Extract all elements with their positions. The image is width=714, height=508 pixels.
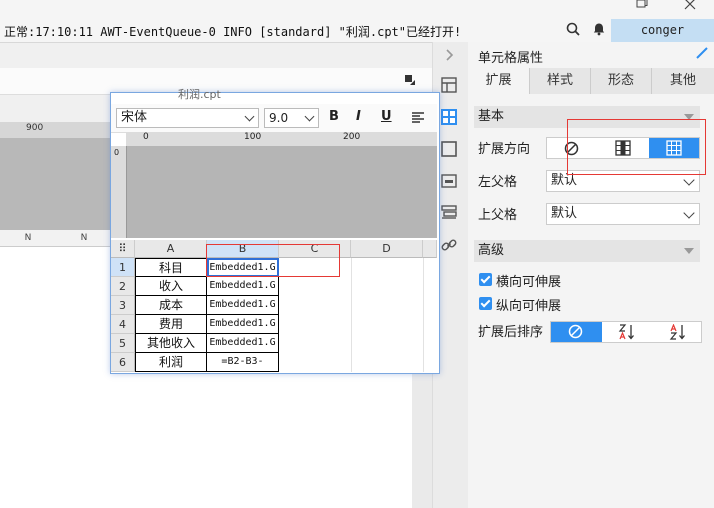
cell-a6[interactable]: 利润 xyxy=(135,353,207,372)
tab-expand[interactable]: 扩展 xyxy=(468,68,530,94)
top-parent-label: 上父格 xyxy=(478,208,518,223)
advanced-section-title: 高级 xyxy=(478,243,505,258)
annotation-box-cells xyxy=(206,244,340,277)
designer-canvas-area xyxy=(0,138,112,230)
ruler-label: 900 xyxy=(26,123,44,133)
window-close-icon[interactable] xyxy=(684,0,696,10)
sort-ascending-icon xyxy=(618,324,634,340)
user-name[interactable]: conger xyxy=(611,19,714,42)
cell-b4[interactable]: Embedded1.G xyxy=(207,315,279,334)
collapse-arrow-icon[interactable] xyxy=(440,46,458,64)
horizontal-expand-label: 横向可伸展 xyxy=(496,275,562,290)
no-sort-icon xyxy=(568,324,583,339)
left-parent-label: 左父格 xyxy=(478,175,518,190)
font-family-value: 宋体 xyxy=(121,110,148,125)
annotation-box-expand-direction xyxy=(567,119,706,175)
cell-b3[interactable]: Embedded1.G xyxy=(207,296,279,315)
designer-ruler xyxy=(0,122,112,139)
basic-section-title: 基本 xyxy=(478,109,505,124)
cell-a4[interactable]: 费用 xyxy=(135,315,207,334)
cell-element-icon[interactable] xyxy=(440,108,458,126)
pin-icon[interactable] xyxy=(696,47,708,59)
sort-none-button[interactable] xyxy=(551,322,602,342)
window-restore-icon[interactable] xyxy=(636,0,648,8)
row-header[interactable]: 4 xyxy=(111,315,135,334)
expand-direction-label: 扩展方向 xyxy=(478,142,531,157)
row-header[interactable]: 2 xyxy=(111,277,135,296)
ruler-mark: 0 xyxy=(114,148,120,157)
panel-title: 单元格属性 xyxy=(478,51,544,66)
italic-button[interactable]: I xyxy=(356,109,361,124)
condition-attribute-icon[interactable] xyxy=(440,204,458,222)
chevron-down-icon xyxy=(244,111,255,122)
vertical-expand-label: 纵向可伸展 xyxy=(496,299,562,314)
section-collapse-icon xyxy=(684,248,694,254)
row-header[interactable]: 1 xyxy=(111,258,135,277)
chevron-down-icon xyxy=(683,207,695,219)
collapse-icon[interactable] xyxy=(404,74,416,86)
row-header[interactable]: 5 xyxy=(111,334,135,353)
tab-style[interactable]: 样式 xyxy=(530,68,591,94)
cell-a5[interactable]: 其他收入 xyxy=(135,334,207,353)
sort-ascending-button[interactable] xyxy=(602,322,652,342)
cell-a1[interactable]: 科目 xyxy=(135,258,207,277)
ruler-mark: 0 xyxy=(143,132,149,142)
cell-b6[interactable]: =B2-B3- xyxy=(207,353,279,372)
sort-descending-icon xyxy=(669,324,685,340)
status-message: 正常:17:10:11 AWT-EventQueue-0 INFO [stand… xyxy=(4,25,462,39)
left-parent-value: 默认 xyxy=(551,173,578,188)
preview-title: 利润.cpt xyxy=(178,88,221,101)
font-family-select[interactable]: 宋体 xyxy=(116,108,259,128)
grid-line xyxy=(351,258,352,372)
preview-title-bar[interactable] xyxy=(110,86,438,104)
horizontal-expand-checkbox[interactable] xyxy=(479,273,492,286)
chevron-down-icon xyxy=(683,174,695,186)
cell-b5[interactable]: Embedded1.G xyxy=(207,334,279,353)
bell-icon[interactable] xyxy=(592,22,606,36)
float-element-icon[interactable] xyxy=(440,140,458,158)
bg-col-header: N xyxy=(56,230,113,247)
advanced-section-header[interactable]: 高级 xyxy=(474,240,700,262)
cell-attribute-icon[interactable] xyxy=(440,76,458,94)
column-header-blank xyxy=(423,240,437,258)
widget-icon[interactable] xyxy=(440,172,458,190)
bg-col-header: N xyxy=(0,230,57,247)
tab-other[interactable]: 其他 xyxy=(652,68,714,94)
hyperlink-icon[interactable] xyxy=(440,236,458,254)
font-size-value: 9.0 xyxy=(269,111,289,125)
preview-canvas xyxy=(127,146,437,238)
chevron-down-icon xyxy=(304,111,315,122)
preview-ruler-vertical: 0 xyxy=(111,146,127,238)
ruler-mark: 200 xyxy=(343,132,361,142)
row-header[interactable]: 6 xyxy=(111,353,135,372)
underline-button[interactable]: U xyxy=(381,109,392,124)
cell-b2[interactable]: Embedded1.G xyxy=(207,277,279,296)
font-size-select[interactable]: 9.0 xyxy=(264,108,319,128)
select-all-corner[interactable]: ⠿ xyxy=(111,240,135,258)
property-tabs: 扩展 样式 形态 其他 xyxy=(468,68,714,94)
sort-descending-button[interactable] xyxy=(652,322,703,342)
ruler-mark: 100 xyxy=(244,132,262,142)
search-icon[interactable] xyxy=(566,22,580,36)
cell-a2[interactable]: 收入 xyxy=(135,277,207,296)
align-left-icon[interactable] xyxy=(411,111,425,125)
sort-after-expand-label: 扩展后排序 xyxy=(478,325,544,340)
tab-form[interactable]: 形态 xyxy=(591,68,652,94)
column-header-a[interactable]: A xyxy=(135,240,207,258)
sort-control xyxy=(550,321,702,343)
top-parent-select[interactable]: 默认 xyxy=(546,203,700,225)
cell-a3[interactable]: 成本 xyxy=(135,296,207,315)
bold-button[interactable]: B xyxy=(329,109,339,124)
top-parent-value: 默认 xyxy=(551,206,578,221)
grid-line xyxy=(423,258,424,372)
vertical-expand-checkbox[interactable] xyxy=(479,297,492,310)
preview-ruler-horizontal: 0 100 200 xyxy=(126,132,437,147)
row-header[interactable]: 3 xyxy=(111,296,135,315)
column-header-d[interactable]: D xyxy=(351,240,423,258)
